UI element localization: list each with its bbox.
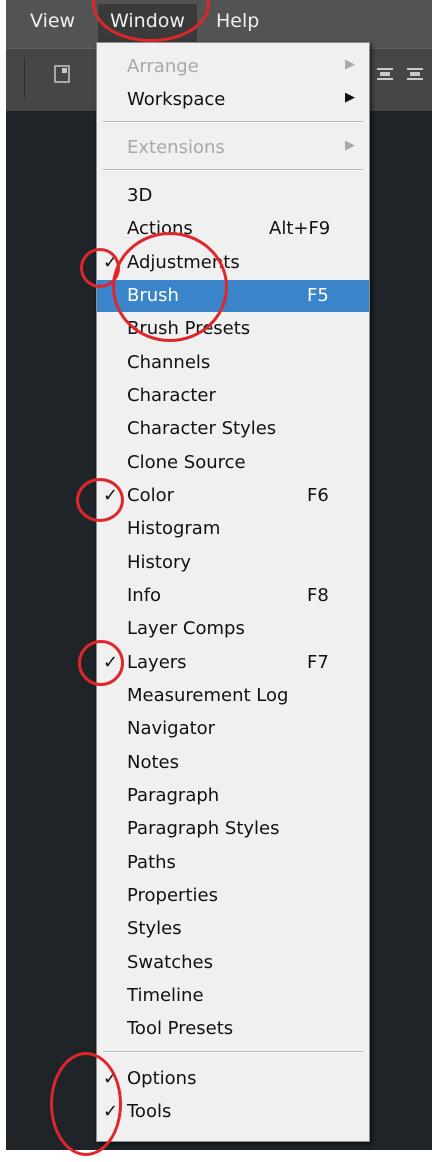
menu-help[interactable]: Help	[216, 10, 259, 32]
menu-item-shortcut: F7	[307, 652, 329, 673]
menu-item-color[interactable]: ✓ Color F6	[97, 480, 369, 512]
menu-item-character[interactable]: Character	[97, 380, 369, 412]
menu-item-label: Clone Source	[127, 452, 246, 473]
menu-item-tools[interactable]: ✓ Tools	[97, 1096, 369, 1128]
menu-item-paths[interactable]: Paths	[97, 847, 369, 879]
menu-item-label: Layer Comps	[127, 618, 245, 639]
menu-item-label: Styles	[127, 918, 182, 939]
annotation-circle-options-tools	[50, 1052, 122, 1156]
menu-item-arrange: Arrange ▶	[97, 51, 369, 83]
menu-item-label: Layers	[127, 652, 187, 673]
menu-item-shortcut: Alt+F9	[269, 218, 331, 239]
distribute-icon[interactable]	[406, 64, 424, 88]
menu-item-3d[interactable]: 3D	[97, 180, 369, 212]
menu-item-label: Tools	[127, 1101, 172, 1122]
menu-item-label: Arrange	[127, 56, 199, 77]
menu-item-label: Paragraph	[127, 785, 220, 806]
panel-icon[interactable]	[54, 64, 70, 88]
menu-item-label: Timeline	[127, 985, 204, 1006]
annotation-circle-layers-check	[78, 640, 124, 686]
menu-item-shortcut: F8	[307, 585, 329, 606]
menu-item-paragraph[interactable]: Paragraph	[97, 780, 369, 812]
menu-item-label: Workspace	[127, 89, 226, 110]
menu-item-channels[interactable]: Channels	[97, 347, 369, 379]
menu-item-label: Tool Presets	[127, 1018, 234, 1039]
menu-item-character-styles[interactable]: Character Styles	[97, 413, 369, 445]
menu-view[interactable]: View	[30, 10, 75, 32]
menu-item-styles[interactable]: Styles	[97, 913, 369, 945]
menu-item-label: Channels	[127, 352, 211, 373]
annotation-circle-brush	[112, 232, 228, 342]
menu-item-label: Notes	[127, 752, 179, 773]
menu-bar: View Window Help	[6, 0, 432, 48]
menu-item-clone-source[interactable]: Clone Source	[97, 447, 369, 479]
menu-item-label: Measurement Log	[127, 685, 289, 706]
menu-item-label: Color	[127, 485, 174, 506]
annotation-circle-color-check	[76, 478, 124, 522]
menu-item-swatches[interactable]: Swatches	[97, 947, 369, 979]
menu-item-label: Character Styles	[127, 418, 277, 439]
menu-item-label: Properties	[127, 885, 218, 906]
menu-separator	[103, 169, 363, 171]
menu-item-layer-comps[interactable]: Layer Comps	[97, 613, 369, 645]
menu-item-measurement-log[interactable]: Measurement Log	[97, 680, 369, 712]
menu-item-label: Paths	[127, 852, 176, 873]
menu-item-label: 3D	[127, 185, 153, 206]
toolbar-divider	[24, 58, 25, 98]
menu-item-timeline[interactable]: Timeline	[97, 980, 369, 1012]
submenu-arrow-icon: ▶	[345, 138, 355, 153]
menu-item-label: Extensions	[127, 137, 225, 158]
menu-item-label: Swatches	[127, 952, 213, 973]
menu-item-histogram[interactable]: Histogram	[97, 513, 369, 545]
menu-item-layers[interactable]: ✓ Layers F7	[97, 647, 369, 679]
menu-item-tool-presets[interactable]: Tool Presets	[97, 1013, 369, 1045]
menu-item-label: Character	[127, 385, 216, 406]
menu-item-shortcut: F6	[307, 485, 329, 506]
menu-item-label: Options	[127, 1068, 197, 1089]
menu-item-properties[interactable]: Properties	[97, 880, 369, 912]
menu-item-navigator[interactable]: Navigator	[97, 713, 369, 745]
menu-item-label: Histogram	[127, 518, 221, 539]
menu-item-label: Navigator	[127, 718, 216, 739]
align-icon[interactable]	[376, 64, 394, 88]
menu-item-workspace[interactable]: Workspace ▶	[97, 84, 369, 116]
menu-item-label: Paragraph Styles	[127, 818, 280, 839]
menu-item-notes[interactable]: Notes	[97, 747, 369, 779]
menu-separator	[103, 121, 363, 123]
menu-item-shortcut: F5	[307, 285, 329, 306]
menu-item-label: Info	[127, 585, 162, 606]
menu-item-paragraph-styles[interactable]: Paragraph Styles	[97, 813, 369, 845]
window-menu-dropdown: Arrange ▶ Workspace ▶ Extensions ▶ 3D Ac…	[96, 42, 370, 1142]
menu-item-label: History	[127, 552, 192, 573]
menu-item-extensions: Extensions ▶	[97, 132, 369, 164]
submenu-arrow-icon: ▶	[345, 57, 355, 72]
menu-item-history[interactable]: History	[97, 547, 369, 579]
app-window: View Window Help Arrange ▶ Workspace ▶ E…	[6, 0, 432, 1150]
submenu-arrow-icon: ▶	[345, 90, 355, 105]
menu-separator	[103, 1051, 363, 1053]
menu-item-options[interactable]: ✓ Options	[97, 1063, 369, 1095]
menu-item-info[interactable]: Info F8	[97, 580, 369, 612]
